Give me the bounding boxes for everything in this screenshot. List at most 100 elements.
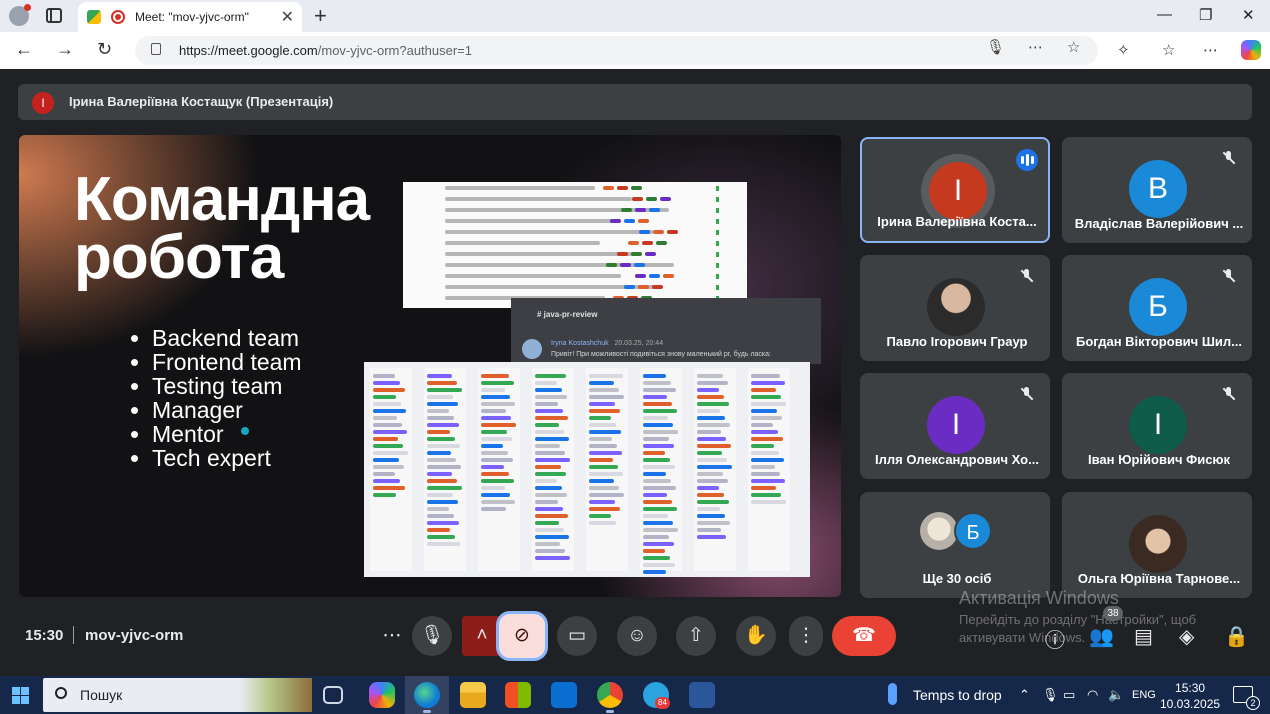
tab-actions-icon[interactable]: [46, 8, 62, 23]
pr-status-icon: [716, 219, 719, 224]
pr-tag: [617, 186, 628, 190]
participant-tile[interactable]: Павло Ігорович Граур: [860, 255, 1050, 361]
board-card: [373, 486, 405, 490]
mic-off-icon: [1020, 269, 1034, 283]
board-card: [751, 388, 776, 392]
outlook-icon[interactable]: [551, 682, 577, 708]
chat-icon[interactable]: ▤: [1134, 624, 1153, 649]
tray-mic-icon[interactable]: 🎙: [1042, 687, 1059, 703]
taskbar-search[interactable]: Пошук: [43, 678, 312, 712]
others-tile[interactable]: Б Ще 30 осіб: [860, 492, 1050, 598]
present-button[interactable]: ⇧: [676, 616, 716, 656]
meeting-info-icon[interactable]: ⓘ: [1045, 624, 1065, 653]
board-card: [427, 465, 461, 469]
camera-off-button[interactable]: ⊘: [496, 611, 548, 661]
tray-battery-icon[interactable]: ▭: [1063, 687, 1075, 703]
address-bar[interactable]: https://meet.google.com/mov-yjvc-orm?aut…: [135, 36, 1098, 65]
store-icon[interactable]: [505, 682, 531, 708]
mic-off-icon: [1222, 269, 1236, 283]
board-card: [535, 437, 569, 441]
activities-icon[interactable]: ◈: [1179, 624, 1194, 649]
microphone-permission-icon[interactable]: 🎙: [986, 38, 1005, 56]
url-text[interactable]: https://meet.google.com/mov-yjvc-orm?aut…: [179, 43, 472, 58]
raise-hand-button[interactable]: ✋: [736, 616, 776, 656]
board-card: [751, 444, 774, 448]
host-controls-icon[interactable]: 🔒: [1224, 624, 1249, 649]
more-options-button[interactable]: ⋮: [789, 616, 823, 656]
participant-tile[interactable]: В Владіслав Валерійович ...: [1062, 137, 1252, 243]
board-card: [643, 472, 666, 476]
chrome-icon[interactable]: [597, 682, 623, 708]
people-icon[interactable]: 👥: [1089, 624, 1114, 649]
pr-tag: [642, 241, 653, 245]
participant-tile[interactable]: Б Богдан Вікторович Шил...: [1062, 255, 1252, 361]
board-card: [643, 486, 676, 490]
restore-icon[interactable]: ❐: [1199, 6, 1212, 24]
language-indicator[interactable]: ENG: [1132, 689, 1156, 701]
board-card: [589, 500, 615, 504]
task-view-icon[interactable]: [323, 686, 343, 704]
tab-meet[interactable]: Meet: "mov-yjvc-orm" ✕: [78, 2, 302, 32]
more-site-icon[interactable]: ⋯: [1028, 38, 1043, 56]
board-card: [427, 416, 454, 420]
slide-title-line1: Командна: [74, 165, 370, 234]
board-card: [643, 444, 674, 448]
tray-volume-icon[interactable]: 🔈: [1108, 687, 1124, 703]
participant-tile[interactable]: I Іван Юрійович Фисюк: [1062, 373, 1252, 479]
word-icon[interactable]: [689, 682, 715, 708]
chat-channel: # java-pr-review: [537, 310, 598, 319]
leave-call-button[interactable]: ☎: [832, 616, 896, 656]
board-card: [697, 437, 726, 441]
weather-text[interactable]: Temps to drop: [913, 687, 1002, 703]
extensions-icon[interactable]: ✧: [1117, 41, 1130, 59]
minimize-icon[interactable]: —: [1157, 6, 1172, 23]
board-card: [697, 444, 731, 448]
board-card: [751, 479, 785, 483]
board-card: [535, 465, 561, 469]
system-clock[interactable]: 15:30 10.03.2025: [1160, 680, 1220, 712]
lock-icon[interactable]: [151, 43, 161, 55]
weather-icon[interactable]: [888, 683, 897, 705]
pr-tag: [649, 208, 660, 212]
copilot-icon[interactable]: [1241, 40, 1261, 60]
reload-icon[interactable]: ↻: [97, 39, 112, 60]
reactions-button[interactable]: ☺: [617, 616, 657, 656]
new-tab-icon[interactable]: +: [314, 3, 327, 29]
board-card: [481, 507, 506, 511]
copilot-taskbar-icon[interactable]: [369, 682, 395, 708]
forward-icon[interactable]: →: [56, 39, 74, 60]
board-card: [589, 514, 611, 518]
favorites-icon[interactable]: ☆: [1162, 41, 1175, 59]
participant-name: Ірина Валеріївна Коста...: [877, 214, 1037, 229]
settings-more-icon[interactable]: ⋯: [1203, 41, 1218, 59]
board-card: [535, 479, 557, 483]
back-icon[interactable]: ←: [15, 39, 33, 60]
edge-icon[interactable]: [414, 682, 440, 708]
board-card: [589, 416, 611, 420]
board-card: [697, 416, 725, 420]
favorite-star-icon[interactable]: ☆: [1067, 38, 1080, 56]
notifications-icon[interactable]: 2: [1233, 686, 1260, 710]
start-icon[interactable]: [12, 687, 29, 704]
microphone-button[interactable]: 🎙: [412, 616, 452, 656]
file-explorer-icon[interactable]: [460, 682, 486, 708]
participant-tile[interactable]: Ольга Юріївна Тарнове...: [1062, 492, 1252, 598]
board-card: [481, 458, 513, 462]
more-audio-options-icon[interactable]: ⋯: [374, 616, 410, 656]
tray-chevron-icon[interactable]: ⌃: [1019, 687, 1030, 703]
participant-tile[interactable]: I Ірина Валеріївна Коста...: [860, 137, 1050, 243]
participant-avatar-small: Б: [954, 512, 992, 550]
tray-wifi-icon[interactable]: ◠: [1087, 687, 1098, 703]
board-card: [643, 542, 674, 546]
board-card: [481, 465, 504, 469]
board-card: [589, 521, 616, 525]
slide-bullet: Tech expert: [131, 446, 302, 470]
close-tab-icon[interactable]: ✕: [281, 7, 294, 27]
participant-tile[interactable]: I Ілля Олександрович Хо...: [860, 373, 1050, 479]
others-count: Ще 30 осіб: [922, 571, 992, 586]
captions-button[interactable]: ▭: [557, 616, 597, 656]
mic-off-icon: [1020, 387, 1034, 401]
profile-icon[interactable]: [9, 4, 31, 26]
participant-name: Ольга Юріївна Тарнове...: [1077, 571, 1241, 586]
close-window-icon[interactable]: ✕: [1242, 6, 1255, 24]
